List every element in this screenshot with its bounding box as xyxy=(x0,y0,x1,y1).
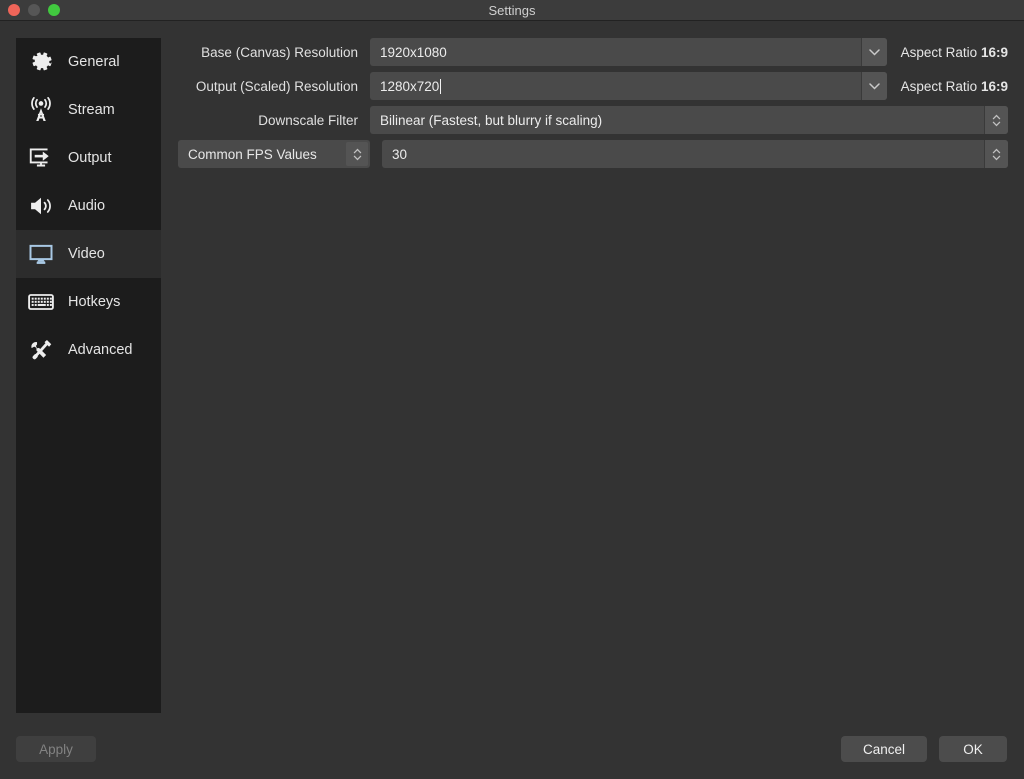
window-controls xyxy=(0,4,60,16)
tools-icon xyxy=(26,335,56,365)
sidebar-item-label: General xyxy=(68,55,120,70)
monitor-icon xyxy=(26,239,56,269)
base-resolution-label: Base (Canvas) Resolution xyxy=(178,45,370,60)
sidebar-item-output[interactable]: Output xyxy=(16,134,161,182)
fps-mode-value: Common FPS Values xyxy=(188,147,317,162)
video-settings-form: Base (Canvas) Resolution 1920x1080 Aspec… xyxy=(178,38,1008,174)
sidebar-item-label: Video xyxy=(68,247,105,262)
sidebar-item-advanced[interactable]: Advanced xyxy=(16,326,161,374)
settings-sidebar: General Stream xyxy=(16,38,161,713)
base-resolution-row: Base (Canvas) Resolution 1920x1080 Aspec… xyxy=(178,38,1008,66)
stepper-updown-icon[interactable] xyxy=(984,106,1008,134)
minimize-traffic-light[interactable] xyxy=(28,4,40,16)
downscale-filter-value: Bilinear (Fastest, but blurry if scaling… xyxy=(370,113,984,128)
fps-mode-combobox[interactable]: Common FPS Values xyxy=(178,140,370,168)
output-resolution-combobox[interactable]: 1280x720 xyxy=(370,72,887,100)
downscale-filter-row: Downscale Filter Bilinear (Fastest, but … xyxy=(178,106,1008,134)
keyboard-icon xyxy=(26,287,56,317)
speaker-icon xyxy=(26,191,56,221)
cancel-button[interactable]: Cancel xyxy=(841,736,927,762)
close-traffic-light[interactable] xyxy=(8,4,20,16)
stepper-updown-icon[interactable] xyxy=(984,140,1008,168)
output-resolution-row: Output (Scaled) Resolution 1280x720 Aspe… xyxy=(178,72,1008,100)
sidebar-item-video[interactable]: Video xyxy=(16,230,161,278)
output-resolution-label: Output (Scaled) Resolution xyxy=(178,79,370,94)
chevron-down-icon[interactable] xyxy=(861,38,887,66)
window-title: Settings xyxy=(0,0,1024,21)
sidebar-item-audio[interactable]: Audio xyxy=(16,182,161,230)
base-aspect-value: 16:9 xyxy=(981,45,1008,60)
sidebar-item-label: Audio xyxy=(68,199,105,214)
base-resolution-value: 1920x1080 xyxy=(370,45,861,60)
base-resolution-combobox[interactable]: 1920x1080 xyxy=(370,38,887,66)
sidebar-item-label: Advanced xyxy=(68,343,133,358)
output-resolution-value: 1280x720 xyxy=(380,79,439,94)
output-aspect-prefix: Aspect Ratio xyxy=(901,79,978,94)
output-icon xyxy=(26,143,56,173)
sidebar-item-label: Output xyxy=(68,151,112,166)
chevron-down-icon[interactable] xyxy=(861,72,887,100)
stepper-updown-icon[interactable] xyxy=(346,142,368,166)
sidebar-item-general[interactable]: General xyxy=(16,38,161,86)
sidebar-item-label: Stream xyxy=(68,103,115,118)
output-aspect-ratio: Aspect Ratio 16:9 xyxy=(901,79,1008,94)
output-aspect-value: 16:9 xyxy=(981,79,1008,94)
apply-button[interactable]: Apply xyxy=(16,736,96,762)
sidebar-item-hotkeys[interactable]: Hotkeys xyxy=(16,278,161,326)
sidebar-item-label: Hotkeys xyxy=(68,295,120,310)
base-aspect-ratio: Aspect Ratio 16:9 xyxy=(901,45,1008,60)
output-resolution-input[interactable]: 1280x720 xyxy=(370,79,861,94)
gear-icon xyxy=(26,47,56,77)
sidebar-item-stream[interactable]: Stream xyxy=(16,86,161,134)
text-caret xyxy=(440,79,441,94)
ok-button[interactable]: OK xyxy=(939,736,1007,762)
downscale-filter-combobox[interactable]: Bilinear (Fastest, but blurry if scaling… xyxy=(370,106,1008,134)
broadcast-icon xyxy=(26,95,56,125)
settings-window: Settings General Str xyxy=(0,0,1024,779)
fps-value-combobox[interactable]: 30 xyxy=(382,140,1008,168)
base-aspect-prefix: Aspect Ratio xyxy=(901,45,978,60)
titlebar: Settings xyxy=(0,0,1024,21)
maximize-traffic-light[interactable] xyxy=(48,4,60,16)
fps-value: 30 xyxy=(382,147,984,162)
fps-row: Common FPS Values 30 xyxy=(178,140,1008,168)
downscale-filter-label: Downscale Filter xyxy=(178,113,370,128)
